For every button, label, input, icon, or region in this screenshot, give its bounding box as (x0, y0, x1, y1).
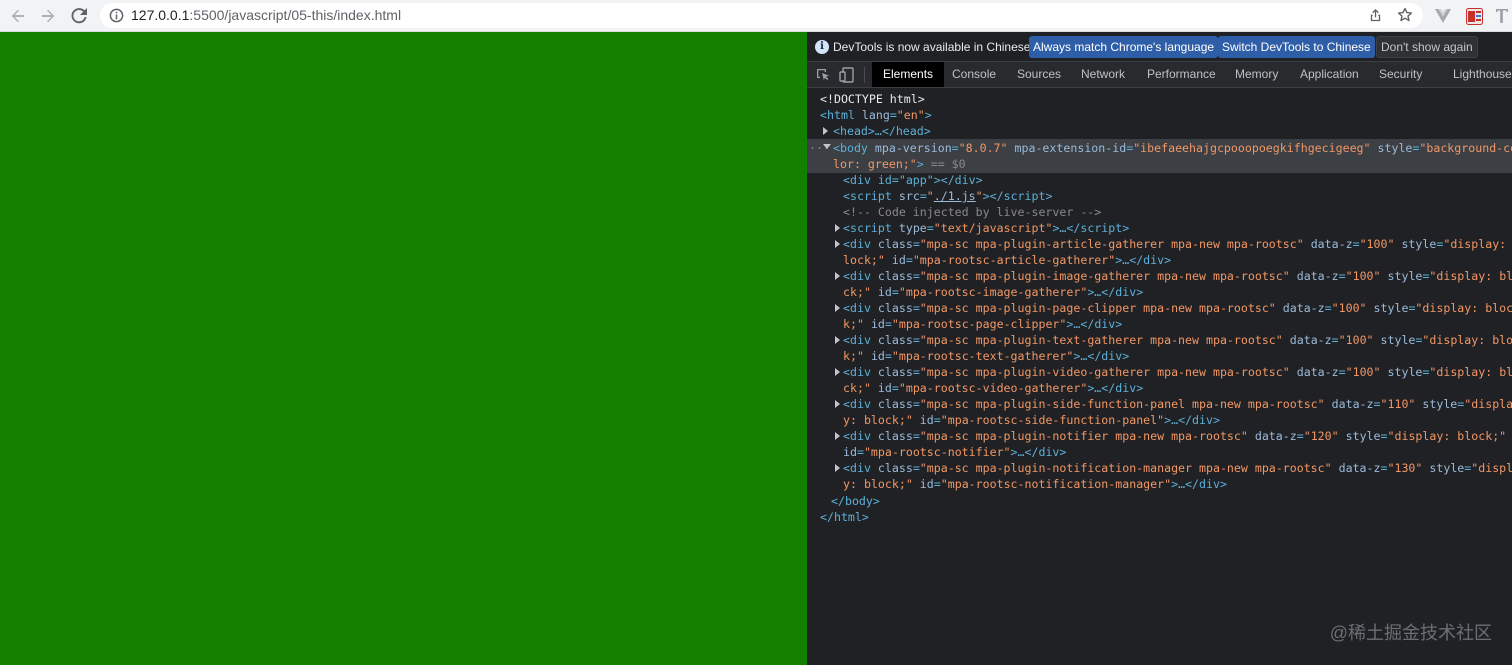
app-div-node[interactable]: <div id="app"></div> (843, 172, 983, 188)
expand-plugin-div-icon[interactable] (835, 272, 840, 280)
watermark: @稀土掘金技术社区 (1329, 623, 1492, 643)
tab-performance[interactable]: Performance (1147, 62, 1216, 87)
language-infobar: i DevTools is now available in Chinese! … (807, 32, 1512, 62)
arrow-right-icon (42, 9, 55, 23)
page-viewport (0, 32, 807, 665)
tab-console[interactable]: Console (952, 62, 996, 87)
html-close-tag[interactable]: </html> (820, 509, 869, 525)
head-node[interactable]: <head>…</head> (833, 123, 931, 139)
body-close-tag[interactable]: </body> (831, 493, 880, 509)
devtools-panel: i DevTools is now available in Chinese! … (807, 32, 1512, 665)
browser-toolbar: 127.0.0.1:5500/javascript/05-this/index.… (0, 0, 1512, 32)
expand-script-icon[interactable] (835, 224, 840, 232)
plugin-div-node-wrap: ck;" id="mpa-rootsc-video-gatherer">…</d… (843, 381, 1144, 395)
extension-vue-icon[interactable] (1433, 6, 1453, 26)
plugin-div-node-wrap: y: block;" id="mpa-rootsc-side-function-… (843, 413, 1220, 427)
url-text[interactable]: 127.0.0.1:5500/javascript/05-this/index.… (131, 7, 401, 23)
plugin-div-node-wrap: id="mpa-rootsc-notifier">…</div> (843, 445, 1067, 459)
tab-network[interactable]: Network (1081, 62, 1125, 87)
plugin-div-node[interactable]: <div class="mpa-sc mpa-plugin-text-gathe… (843, 332, 1512, 348)
script-inline-node[interactable]: <script type="text/javascript">…</script… (843, 220, 1129, 236)
inspect-element-icon[interactable] (815, 67, 831, 83)
doctype-node[interactable]: <!DOCTYPE html> (820, 91, 925, 107)
tab-security[interactable]: Security (1379, 62, 1422, 87)
tab-lighthouse[interactable]: Lighthouse (1453, 62, 1512, 87)
info-icon: i (815, 40, 829, 54)
reload-icon (71, 8, 87, 24)
device-toolbar-icon[interactable] (839, 67, 855, 83)
body-node-wrap: lor: green;"> == $0 (833, 157, 966, 171)
forward-button[interactable] (37, 5, 59, 27)
html-node[interactable]: <html lang="en"> (820, 107, 932, 123)
plugin-div-node[interactable]: <div class="mpa-sc mpa-plugin-page-clipp… (843, 300, 1512, 316)
plugin-div-node[interactable]: <div class="mpa-sc mpa-plugin-article-ga… (843, 236, 1512, 252)
collapse-body-icon[interactable] (823, 144, 831, 149)
toolbar-divider (864, 67, 865, 83)
tab-application[interactable]: Application (1300, 62, 1359, 87)
plugin-div-node[interactable]: <div class="mpa-sc mpa-plugin-notificati… (843, 460, 1512, 476)
expand-plugin-div-icon[interactable] (835, 336, 840, 344)
extension-pdf-icon[interactable] (1464, 6, 1484, 26)
tab-memory[interactable]: Memory (1235, 62, 1278, 87)
plugin-div-node[interactable]: <div class="mpa-sc mpa-plugin-image-gath… (843, 268, 1512, 284)
dont-show-again-button[interactable]: Don't show again (1376, 36, 1478, 58)
extension-translate-icon[interactable] (1492, 6, 1512, 26)
tab-sources[interactable]: Sources (1017, 62, 1061, 87)
script-src-node[interactable]: <script src="./1.js"></script> (843, 188, 1052, 204)
expand-plugin-div-icon[interactable] (835, 432, 840, 440)
plugin-div-node-wrap: k;" id="mpa-rootsc-text-gatherer">…</div… (843, 349, 1130, 363)
expand-plugin-div-icon[interactable] (835, 400, 840, 408)
expand-plugin-div-icon[interactable] (835, 464, 840, 472)
plugin-div-node-wrap: ck;" id="mpa-rootsc-image-gatherer">…</d… (843, 285, 1144, 299)
infobar-message: DevTools is now available in Chinese! (833, 40, 1034, 54)
devtools-tabbar: Elements Console Sources Network Perform… (807, 62, 1512, 88)
plugin-div-node-wrap: k;" id="mpa-rootsc-page-clipper">…</div> (843, 317, 1123, 331)
tab-elements[interactable]: Elements (872, 62, 945, 87)
body-node[interactable]: <body mpa-version="8.0.7" mpa-extension-… (833, 140, 1512, 156)
plugin-div-node-wrap: y: block;" id="mpa-rootsc-notification-m… (843, 477, 1227, 491)
expand-plugin-div-icon[interactable] (835, 304, 840, 312)
back-button[interactable] (7, 5, 29, 27)
plugin-div-node[interactable]: <div class="mpa-sc mpa-plugin-video-gath… (843, 364, 1512, 380)
switch-to-chinese-button[interactable]: Switch DevTools to Chinese (1218, 36, 1375, 58)
expand-plugin-div-icon[interactable] (835, 240, 840, 248)
share-icon[interactable] (1368, 8, 1383, 23)
expand-plugin-div-icon[interactable] (835, 368, 840, 376)
star-icon[interactable] (1397, 7, 1413, 23)
address-bar[interactable]: 127.0.0.1:5500/javascript/05-this/index.… (100, 3, 1423, 28)
plugin-div-node[interactable]: <div class="mpa-sc mpa-plugin-side-funct… (843, 396, 1512, 412)
plugin-div-node-wrap: lock;" id="mpa-rootsc-article-gatherer">… (843, 253, 1172, 267)
plugin-div-node[interactable]: <div class="mpa-sc mpa-plugin-notifier m… (843, 428, 1506, 444)
expand-head-icon[interactable] (823, 127, 828, 135)
site-info-icon[interactable] (109, 8, 124, 23)
reload-button[interactable] (68, 5, 90, 27)
script-src-link[interactable]: ./1.js (934, 189, 976, 203)
comment-node[interactable]: <!-- Code injected by live-server --> (843, 204, 1101, 220)
always-match-language-button[interactable]: Always match Chrome's language (1029, 36, 1219, 58)
arrow-left-icon (11, 9, 24, 23)
